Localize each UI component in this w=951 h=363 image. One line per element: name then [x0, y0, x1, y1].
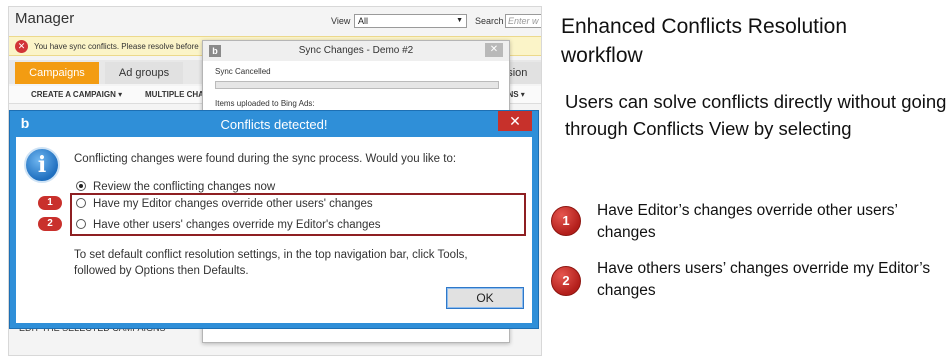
search-label: Search — [475, 16, 504, 26]
option-review-now[interactable]: Review the conflicting changes now — [76, 180, 275, 193]
app-title: Manager — [15, 10, 75, 27]
annotation-item: Have Editor’s changes override other use… — [597, 202, 898, 241]
info-icon: i — [24, 147, 60, 183]
view-label: View — [331, 16, 351, 26]
defaults-hint: To set default conflict resolution setti… — [74, 249, 468, 277]
tab-ad-groups[interactable]: Ad groups — [105, 62, 183, 84]
sync-title-bar: b Sync Changes - Demo #2 ✕ — [203, 41, 509, 61]
view-select-value: All — [358, 16, 369, 26]
highlight-box — [70, 193, 526, 236]
sync-progress-bar — [215, 81, 499, 89]
tab-campaigns[interactable]: Campaigns — [15, 62, 99, 84]
annotation-item: Have others users’ changes override my E… — [597, 260, 931, 299]
view-select[interactable]: All ▼ — [354, 14, 467, 28]
slide-heading: Enhanced Conflicts Resolution workflow — [561, 15, 848, 67]
create-campaign-button[interactable]: CREATE A CAMPAIGN ▾ — [31, 90, 122, 99]
number-badge: 2 — [551, 266, 581, 296]
dialog-title: Conflicts detected! — [220, 117, 328, 132]
slide-subtext: Users can solve conflicts directly witho… — [565, 91, 947, 139]
radio-selected[interactable] — [76, 181, 86, 191]
dialog-question: Conflicting changes were found during th… — [74, 153, 457, 165]
dialog-body: i Conflicting changes were found during … — [16, 137, 532, 323]
sync-items-label: Items uploaded to Bing Ads: — [215, 99, 315, 108]
chevron-down-icon: ▼ — [456, 17, 463, 24]
ok-button[interactable]: OK — [446, 287, 524, 309]
multiple-changes-button[interactable]: MULTIPLE CHA — [145, 90, 204, 99]
dialog-close-button[interactable]: ✕ — [498, 111, 532, 131]
error-icon: ✕ — [15, 40, 28, 53]
number-badge: 2 — [38, 217, 62, 231]
number-badge: 1 — [38, 196, 62, 210]
sync-title: Sync Changes - Demo #2 — [298, 45, 414, 56]
notice-text: You have sync conflicts. Please resolve … — [34, 42, 199, 51]
conflicts-dialog: b Conflicts detected! ✕ i Conflicting ch… — [9, 110, 539, 329]
number-badge: 1 — [551, 206, 581, 236]
sync-close-button[interactable]: ✕ — [485, 43, 503, 57]
sync-status: Sync Cancelled — [215, 67, 271, 76]
option-label: Review the conflicting changes now — [93, 181, 276, 193]
search-input[interactable]: Enter w — [505, 14, 541, 28]
